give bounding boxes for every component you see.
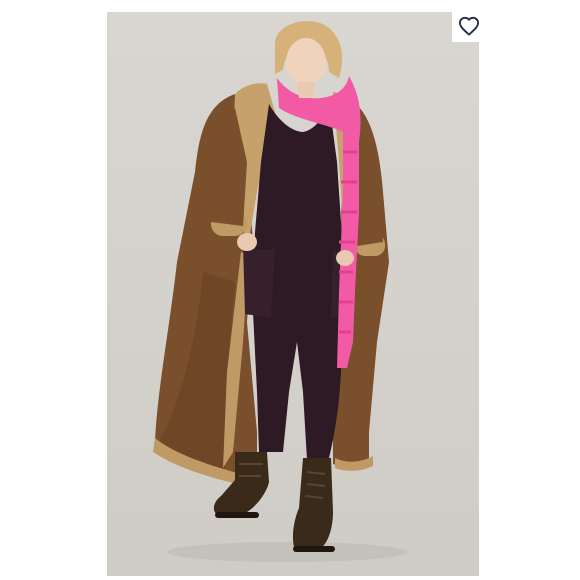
right-boot-sole <box>293 546 335 552</box>
heart-outline-icon <box>458 16 479 36</box>
left-boot-sole <box>215 512 259 518</box>
floor-shadow <box>167 542 407 562</box>
pocket-left <box>243 244 275 318</box>
left-hand <box>237 233 257 251</box>
favorite-button[interactable] <box>452 10 486 42</box>
face <box>286 38 326 86</box>
product-photo <box>107 12 479 576</box>
model-illustration <box>153 20 407 562</box>
right-hand <box>336 250 354 266</box>
neck <box>297 82 315 98</box>
